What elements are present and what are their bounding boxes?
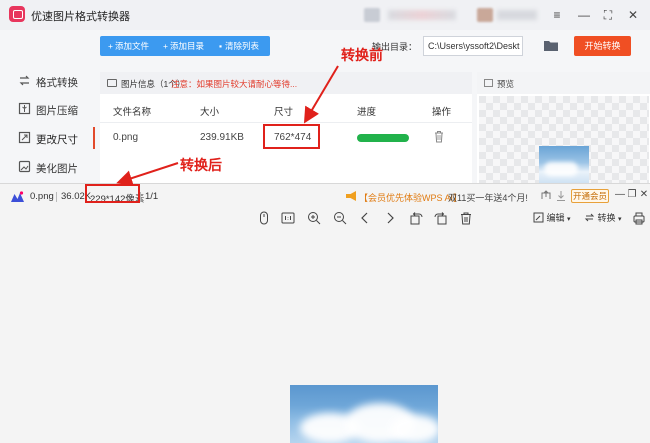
add-file-button[interactable]: + 添加文件	[106, 36, 149, 56]
converter-app-window: 优速图片格式转换器 ≡ — ⛶ ✕ 格式转换 图片压缩 更改尺寸 美化图片 + 添	[0, 0, 650, 183]
preview-icon	[484, 79, 493, 87]
preview-thumbnail	[539, 146, 589, 183]
sidebar-item-format-convert[interactable]: 格式转换	[0, 67, 95, 95]
zoom-out-icon[interactable]	[333, 211, 347, 225]
plus-icon: +	[163, 41, 168, 51]
plus-icon: +	[108, 41, 113, 51]
image-info-icon	[107, 79, 117, 87]
image-viewer-window: 0.png 36.02K 229*142像素 1/1 【会员优先体验WPS AI…	[0, 183, 650, 443]
blurred-avatar-icon	[477, 8, 493, 22]
column-header-progress: 进度	[357, 107, 377, 118]
compress-icon	[18, 102, 31, 115]
rotate-right-icon[interactable]	[434, 211, 448, 225]
folder-icon[interactable]	[544, 40, 558, 51]
displayed-image	[290, 385, 438, 443]
clear-list-label: 清除列表	[225, 41, 260, 51]
next-icon[interactable]	[383, 211, 397, 225]
blurred-avatar-icon	[364, 8, 380, 22]
file-action-group: + 添加文件 + 添加目录 ▪ 清除列表	[100, 36, 270, 56]
mouse-mode-icon[interactable]	[257, 211, 271, 225]
sidebar-item-resize[interactable]: 更改尺寸	[0, 124, 95, 152]
annotation-box-before	[263, 124, 320, 149]
edit-button[interactable]: 编辑 ▾	[533, 211, 571, 225]
menu-icon[interactable]: ≡	[548, 6, 566, 24]
print-icon[interactable]	[633, 211, 645, 225]
trash-small-icon: ▪	[218, 41, 222, 51]
viewer-page-counter: 1/1	[145, 191, 159, 202]
file-size-cell: 239.91KB	[200, 132, 244, 143]
chevron-down-icon: ▾	[618, 216, 622, 223]
divider	[140, 192, 141, 202]
sidebar-item-label: 更改尺寸	[36, 134, 78, 146]
viewer-maximize-button[interactable]: ❐	[626, 188, 638, 202]
actual-size-icon[interactable]	[281, 211, 295, 225]
maximize-button[interactable]: ⛶	[599, 6, 617, 24]
column-header-size: 大小	[200, 107, 220, 118]
viewer-file-name: 0.png	[30, 191, 54, 202]
viewer-close-button[interactable]: ✕	[638, 188, 650, 202]
app-title: 优速图片格式转换器	[31, 11, 130, 23]
divider	[56, 192, 57, 202]
edit-icon	[533, 212, 544, 223]
annotation-box-after	[85, 184, 140, 203]
viewer-minimize-button[interactable]: —	[614, 188, 626, 202]
annotation-label-before: 转换前	[341, 47, 383, 63]
add-folder-label: 添加目录	[170, 41, 205, 51]
title-bar: 优速图片格式转换器 ≡ — ⛶ ✕	[0, 0, 650, 30]
annotation-label-after: 转换后	[180, 157, 222, 173]
rotate-left-icon[interactable]	[409, 211, 423, 225]
blurred-account-text	[497, 10, 537, 20]
convert-icon	[584, 213, 595, 222]
delete-icon[interactable]	[434, 130, 444, 143]
promo-text[interactable]: 双11买一年送4个月!	[448, 191, 528, 204]
start-convert-button[interactable]: 开始转换	[574, 36, 631, 56]
format-convert-icon	[19, 75, 30, 86]
add-folder-button[interactable]: + 添加目录	[161, 36, 204, 56]
convert-button[interactable]: 转换 ▾	[584, 211, 622, 225]
column-header-actions: 操作	[432, 107, 452, 118]
vip-button[interactable]: 开通会员	[571, 189, 609, 203]
file-name-cell: 0.png	[113, 132, 139, 143]
blurred-account-text	[388, 10, 456, 20]
resize-icon	[18, 131, 31, 144]
add-file-label: 添加文件	[115, 41, 150, 51]
share-icon[interactable]	[540, 190, 552, 202]
speaker-icon	[346, 191, 356, 201]
minimize-button[interactable]: —	[575, 6, 593, 24]
column-header-dims: 尺寸	[274, 107, 294, 118]
cloud	[390, 415, 438, 443]
download-icon[interactable]	[555, 190, 567, 202]
convert-label: 转换	[597, 213, 616, 223]
progress-bar	[357, 134, 409, 142]
clear-list-button[interactable]: ▪ 清除列表	[216, 36, 259, 56]
promo-link[interactable]: 【会员优先体验WPS AI】	[359, 191, 462, 204]
preview-panel: 预览	[477, 72, 650, 183]
close-button[interactable]: ✕	[624, 6, 642, 24]
zoom-in-icon[interactable]	[307, 211, 321, 225]
sidebar-item-compress[interactable]: 图片压缩	[0, 95, 95, 123]
column-header-name: 文件名称	[113, 107, 152, 118]
sidebar-item-label: 格式转换	[36, 77, 78, 89]
sidebar-item-label: 图片压缩	[36, 105, 78, 117]
active-indicator	[93, 127, 95, 149]
sidebar-item-beautify[interactable]: 美化图片	[0, 153, 95, 181]
preview-title: 预览	[497, 79, 515, 89]
previous-icon[interactable]	[358, 211, 372, 225]
chevron-down-icon: ▾	[567, 216, 571, 223]
preview-canvas	[479, 96, 649, 183]
beautify-icon	[18, 160, 31, 173]
viewer-logo-icon	[11, 191, 24, 202]
row-divider	[100, 122, 472, 123]
sidebar: 格式转换 图片压缩 更改尺寸 美化图片	[0, 64, 95, 183]
notice-text: 注意：如果图片较大请耐心等待...	[171, 79, 298, 89]
sidebar-item-label: 美化图片	[36, 163, 78, 175]
edit-label: 编辑	[546, 213, 565, 223]
app-logo-icon	[9, 6, 25, 22]
file-list-header: 图片信息（1个） 注意：如果图片较大请耐心等待...	[100, 72, 472, 94]
delete-icon[interactable]	[459, 211, 473, 225]
preview-header: 预览	[477, 72, 650, 94]
output-dir-field[interactable]: C:\Users\yssoft2\Deskt	[423, 36, 523, 56]
